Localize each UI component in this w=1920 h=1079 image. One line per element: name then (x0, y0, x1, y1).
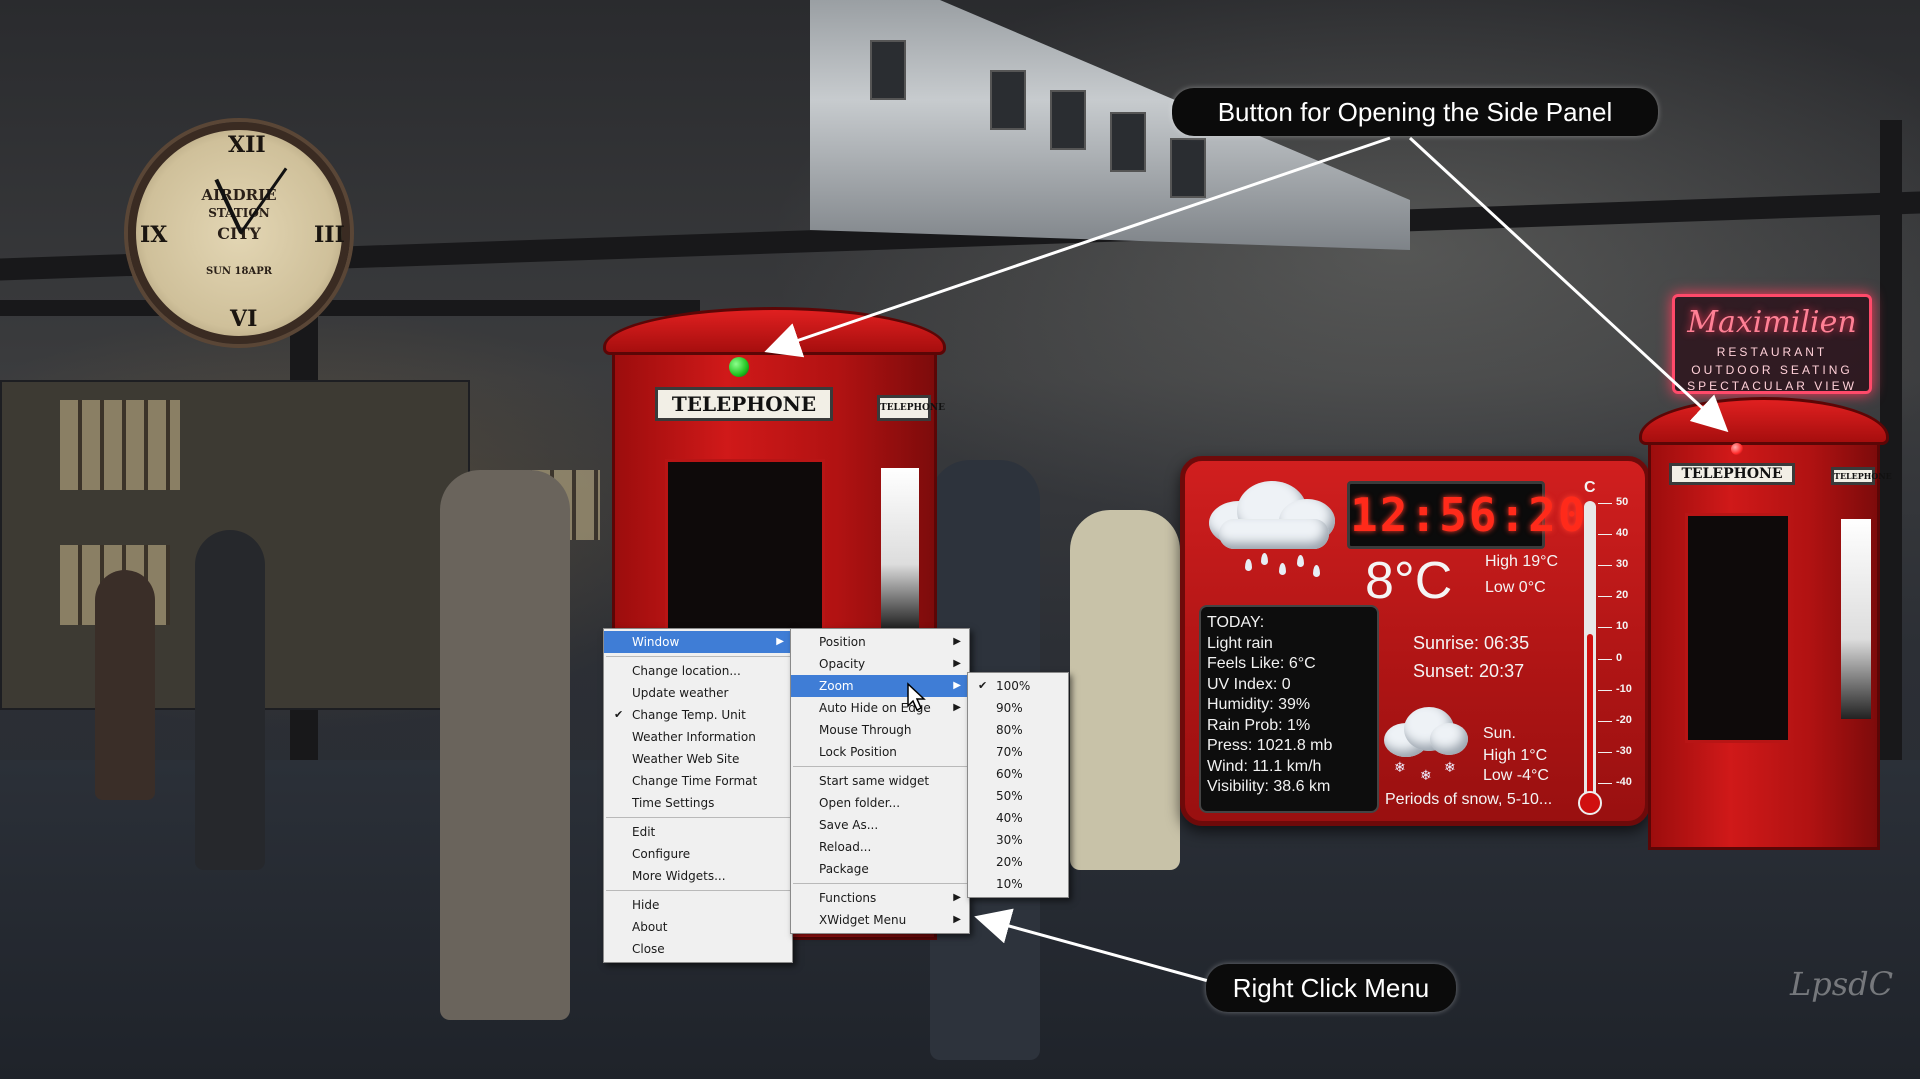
artist-signature: LpsdC (1790, 965, 1894, 1003)
callout-arrows (764, 136, 1729, 984)
desktop-wallpaper: XII III VI IX AIRDRIE STATION CITY SUN 1… (0, 0, 1920, 1079)
callout-right-click-menu: Right Click Menu (1206, 964, 1456, 1012)
callout-side-panel-button: Button for Opening the Side Panel (1172, 88, 1658, 136)
